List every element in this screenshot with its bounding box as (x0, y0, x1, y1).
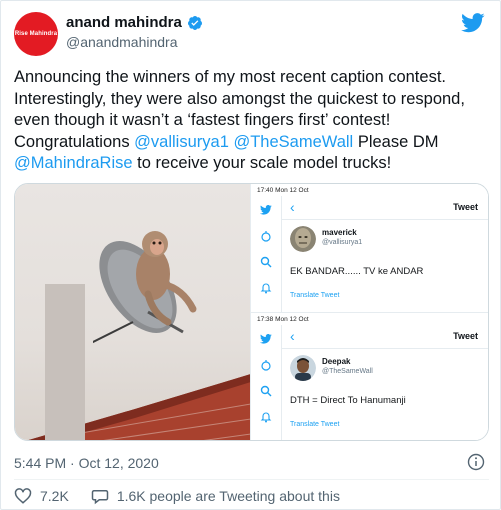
mention-vallisurya1-link[interactable]: @vallisurya1 (134, 133, 229, 151)
tweet-text-part: to receive your scale model trucks! (132, 154, 392, 172)
tweet-text-part: Please DM (353, 132, 439, 151)
like-count: 7.2K (40, 488, 69, 504)
search-icon (260, 256, 272, 268)
author-display-name[interactable]: anand mahindra (66, 14, 182, 31)
twitter-bird-icon (260, 205, 272, 215)
tweet-detail-header: ‹ Tweet (281, 325, 488, 349)
tweeting-about-text: 1.6K people are Tweeting about this (116, 488, 340, 504)
twitter-bird-icon[interactable] (461, 13, 485, 33)
status-bar: 17:38 Mon 12 Oct (257, 316, 309, 323)
maverick-avatar (290, 226, 316, 252)
reply-user-handle: @vallisurya1 (322, 239, 363, 246)
comment-icon (91, 490, 109, 505)
translate-link: Translate Tweet (290, 421, 340, 428)
reply-discussion-button[interactable]: 1.6K people are Tweeting about this (91, 487, 340, 505)
reply-screenshots[interactable]: 17:40 Mon 12 Oct ‹ Tweet maverick @valli… (250, 184, 488, 440)
back-arrow-icon: ‹ (290, 328, 295, 344)
tweet-media[interactable]: 17:40 Mon 12 Oct ‹ Tweet maverick @valli… (14, 183, 489, 441)
like-button[interactable]: 7.2K (14, 487, 69, 505)
translate-link: Translate Tweet (290, 292, 340, 299)
info-icon[interactable] (467, 453, 485, 471)
status-bar: 17:40 Mon 12 Oct (257, 187, 309, 194)
bell-icon (260, 412, 272, 423)
monkey-dish-photo[interactable] (15, 184, 250, 440)
reply-text: EK BANDAR...... TV ke ANDAR (290, 266, 424, 277)
reply-screenshot-1: 17:40 Mon 12 Oct ‹ Tweet maverick @valli… (251, 184, 488, 314)
back-arrow-icon: ‹ (290, 199, 295, 215)
tweet-detail-header: ‹ Tweet (281, 196, 488, 220)
reply-tweet: Deepak @TheSameWall DTH = Direct To Hanu… (281, 349, 488, 440)
author-name-row[interactable]: anand mahindra (66, 14, 203, 31)
reply-user-name: Deepak (322, 357, 351, 366)
reply-user-handle: @TheSameWall (322, 368, 373, 375)
search-icon (260, 385, 272, 397)
monkey-image (136, 231, 197, 326)
tweet-text: Announcing the winners of my most recent… (14, 67, 492, 175)
app-rail (251, 196, 281, 314)
topics-icon (261, 231, 271, 242)
footer-divider (14, 479, 489, 480)
author-handle[interactable]: @anandmahindra (66, 34, 178, 50)
reply-user-name: maverick (322, 228, 357, 237)
topics-icon (261, 360, 271, 371)
reply-screenshot-2: 17:38 Mon 12 Oct ‹ Tweet Deepak @TheSame… (251, 312, 488, 440)
tweet-detail-title: Tweet (453, 331, 478, 341)
author-avatar[interactable]: Rise Mahindra (14, 12, 58, 56)
tweet-detail-title: Tweet (453, 202, 478, 212)
tweet-actions: 7.2K 1.6K people are Tweeting about this (14, 487, 340, 505)
twitter-bird-icon (260, 334, 272, 344)
bell-icon (260, 283, 272, 294)
pillar-image (45, 284, 85, 440)
verified-badge-icon (187, 15, 202, 30)
app-rail (251, 325, 281, 440)
mention-thesamewall-link[interactable]: @TheSameWall (233, 133, 353, 151)
tweet-timestamp[interactable]: 5:44 PM · Oct 12, 2020 (14, 455, 159, 471)
tweet-card: Rise Mahindra anand mahindra @anandmahin… (0, 0, 501, 510)
mention-mahindrarise-link[interactable]: @MahindraRise (14, 154, 133, 172)
deepak-avatar (290, 355, 316, 381)
reply-tweet: maverick @vallisurya1 EK BANDAR...... TV… (281, 220, 488, 314)
reply-text: DTH = Direct To Hanumanji (290, 395, 406, 406)
heart-icon (14, 488, 32, 504)
avatar-logo-text: Rise Mahindra (14, 30, 58, 37)
